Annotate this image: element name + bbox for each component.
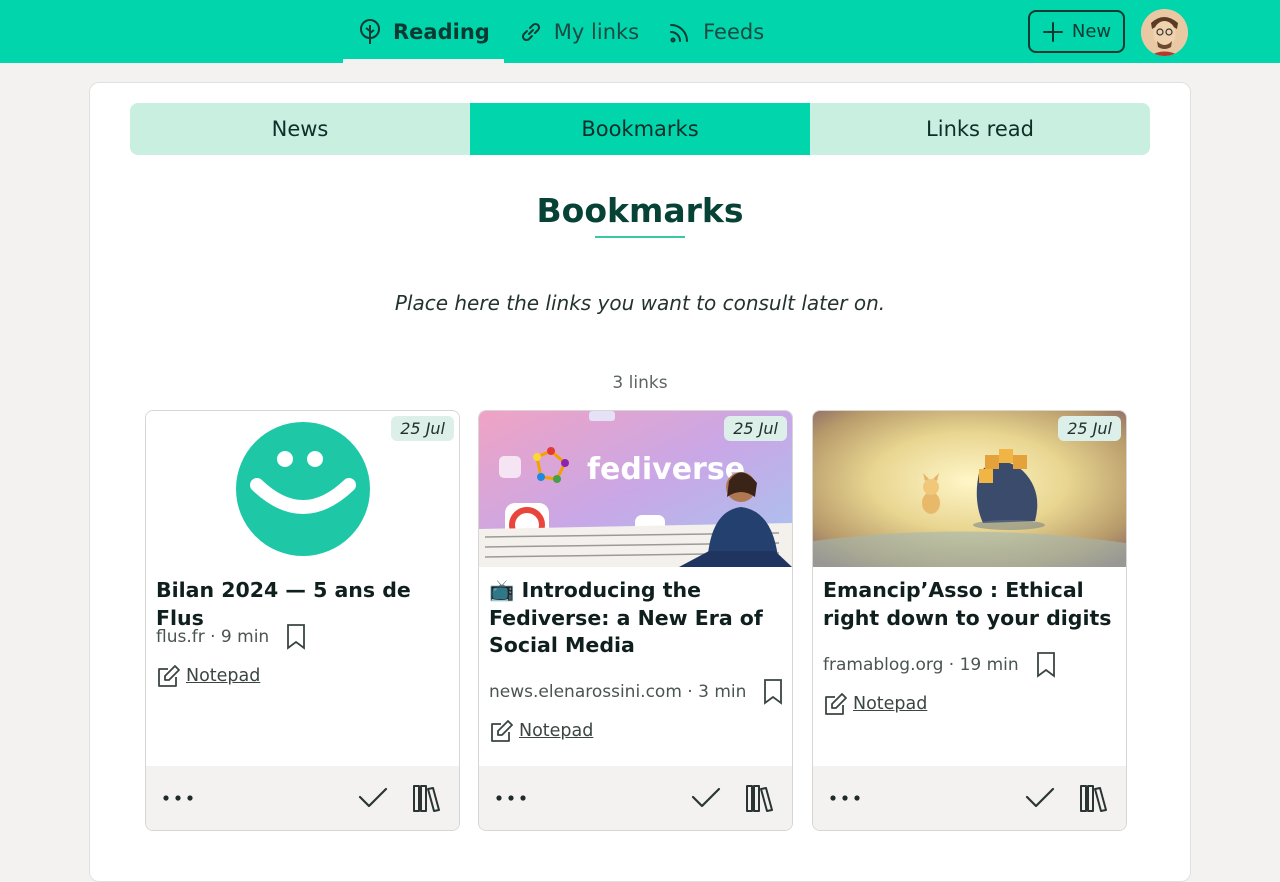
tree-icon (357, 18, 383, 45)
bookmark-icon[interactable] (285, 623, 307, 651)
new-button[interactable]: New (1028, 10, 1125, 53)
mark-read-check-icon[interactable] (1024, 784, 1056, 812)
card-meta: framablog.org · 19 min (823, 651, 1057, 679)
main-nav: Reading My links Feeds (343, 0, 778, 63)
plus-icon (1042, 21, 1064, 43)
tab-bookmarks[interactable]: Bookmarks (470, 103, 810, 155)
tab-links-read[interactable]: Links read (810, 103, 1150, 155)
page-title: Bookmarks (536, 191, 744, 230)
fediverse-thumbnail-text: fediverse (587, 452, 745, 487)
more-icon[interactable] (829, 788, 865, 808)
card-title[interactable]: Emancip’Asso : Ethical right down to you… (823, 577, 1116, 632)
page-intro: Place here the links you want to consult… (394, 291, 886, 315)
user-avatar[interactable] (1141, 9, 1188, 56)
mark-read-check-icon[interactable] (357, 784, 389, 812)
nav-feeds-label: Feeds (703, 19, 765, 44)
top-bar: Reading My links Feeds New (0, 0, 1280, 63)
date-badge: 25 Jul (724, 416, 787, 441)
card-source: framablog.org · 19 min (823, 655, 1019, 675)
mark-read-check-icon[interactable] (690, 784, 722, 812)
edit-icon (156, 663, 182, 689)
nav-reading[interactable]: Reading (343, 0, 504, 63)
notepad-label: Notepad (853, 694, 928, 714)
edit-icon (489, 718, 515, 744)
link-card[interactable]: 25 Jul Bilan 2024 — 5 ans de Flus flus.f… (145, 410, 460, 831)
add-to-collection-icon[interactable] (1078, 782, 1110, 814)
card-source: news.elenarossini.com · 3 min (489, 682, 747, 702)
content-panel: News Bookmarks Links read Bookmarks Plac… (89, 82, 1191, 882)
notepad-label: Notepad (519, 721, 594, 741)
link-icon (518, 19, 544, 45)
links-count: 3 links (612, 373, 668, 393)
nav-my-links-label: My links (553, 19, 640, 44)
bookmark-icon[interactable] (762, 678, 784, 706)
card-title[interactable]: 📺 Introducing the Fediverse: a New Era o… (489, 577, 782, 660)
nav-my-links[interactable]: My links (504, 0, 653, 63)
card-meta: flus.fr · 9 min (156, 623, 307, 651)
new-button-label: New (1071, 21, 1112, 42)
add-to-collection-icon[interactable] (744, 782, 776, 814)
card-meta: news.elenarossini.com · 3 min (489, 678, 784, 706)
tab-news[interactable]: News (130, 103, 470, 155)
card-source: flus.fr · 9 min (156, 627, 270, 647)
notepad-link[interactable]: Notepad (823, 691, 927, 717)
title-underline (595, 236, 685, 238)
date-badge: 25 Jul (391, 416, 454, 441)
nav-reading-label: Reading (393, 19, 490, 44)
link-card[interactable]: 25 Jul Emancip’Asso : Ethical right down… (812, 410, 1127, 831)
bookmark-icon[interactable] (1035, 651, 1057, 679)
card-footer (146, 766, 459, 830)
link-card[interactable]: fediverse 25 Jul 📺 Introducing the Fediv… (478, 410, 793, 831)
date-badge: 25 Jul (1058, 416, 1121, 441)
more-icon[interactable] (495, 788, 531, 808)
notepad-label: Notepad (186, 666, 261, 686)
notepad-link[interactable]: Notepad (156, 663, 260, 689)
edit-icon (823, 691, 849, 717)
card-image[interactable]: fediverse 25 Jul (479, 411, 792, 567)
more-icon[interactable] (162, 788, 198, 808)
reading-tabs: News Bookmarks Links read (130, 103, 1150, 155)
nav-feeds[interactable]: Feeds (653, 0, 778, 63)
rss-icon (667, 19, 693, 45)
notepad-link[interactable]: Notepad (489, 718, 593, 744)
card-image[interactable]: 25 Jul (146, 411, 459, 567)
card-footer (813, 766, 1126, 830)
add-to-collection-icon[interactable] (411, 782, 443, 814)
card-image[interactable]: 25 Jul (813, 411, 1126, 567)
card-footer (479, 766, 792, 830)
